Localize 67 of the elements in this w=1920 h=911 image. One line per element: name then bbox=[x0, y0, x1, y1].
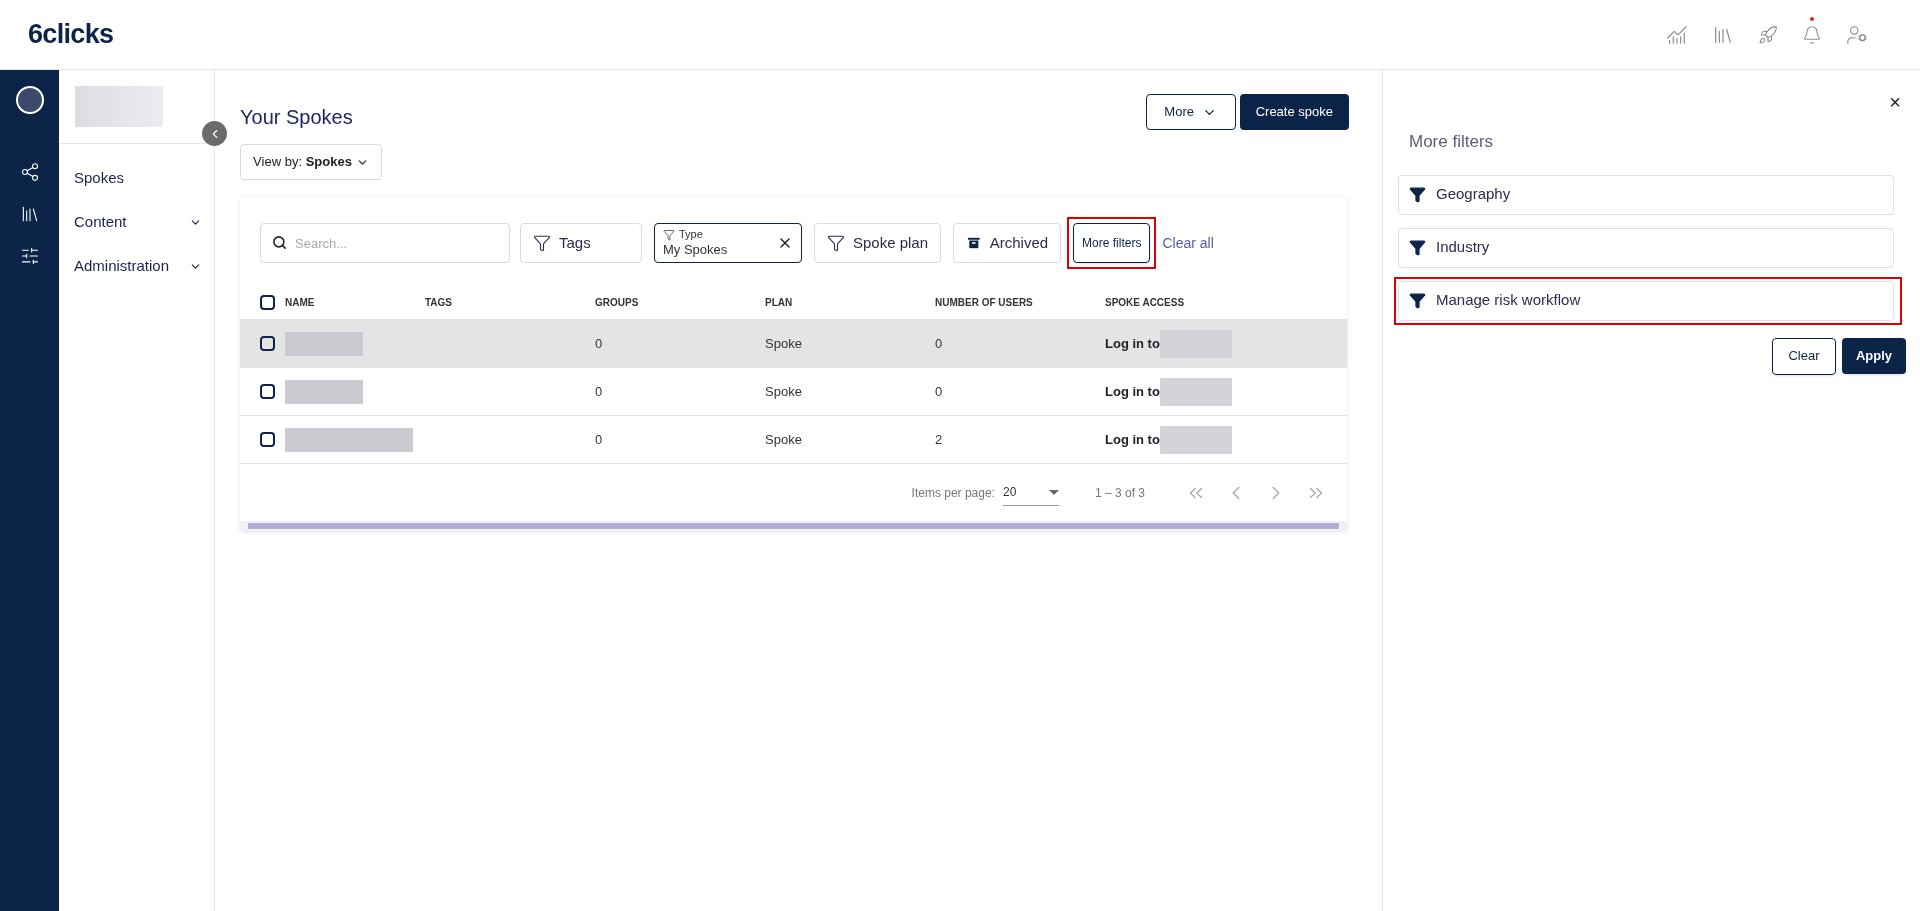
login-link[interactable]: Log in to bbox=[1105, 333, 1160, 354]
logo[interactable]: 6clicks bbox=[28, 14, 114, 55]
table-cell-text: 0 bbox=[935, 334, 944, 353]
sidebar-item[interactable]: Spokes bbox=[59, 156, 214, 200]
network-icon[interactable] bbox=[19, 162, 40, 182]
archive-icon bbox=[966, 235, 982, 251]
table-cell-text: 0 bbox=[595, 430, 604, 449]
table-cell-text: 0 bbox=[595, 334, 604, 353]
filter-icon bbox=[1409, 186, 1426, 203]
filter-button[interactable]: Tags bbox=[520, 223, 642, 263]
table-cell-text: Spoke bbox=[765, 430, 803, 449]
chart-icon[interactable] bbox=[1666, 23, 1688, 46]
filter-icon bbox=[1409, 239, 1426, 256]
table-row[interactable]: 0 Spoke 0 Log in to bbox=[240, 319, 1347, 367]
caret-icon bbox=[1048, 489, 1059, 495]
bell-icon[interactable] bbox=[1802, 24, 1822, 45]
filter-option[interactable]: Manage risk workflow bbox=[1398, 280, 1894, 321]
clear-all-link[interactable]: Clear all bbox=[1162, 232, 1214, 254]
rocket-icon[interactable] bbox=[1758, 24, 1778, 45]
filter-option[interactable]: Geography bbox=[1398, 174, 1894, 215]
filter-icon bbox=[533, 234, 551, 252]
column-header: TAGS bbox=[425, 295, 454, 310]
login-link[interactable]: Log in to bbox=[1105, 429, 1160, 450]
table-cell-text: 2 bbox=[935, 430, 944, 449]
filter-button[interactable]: Spoke plan bbox=[814, 223, 942, 263]
panel-title: More filters bbox=[1409, 131, 1495, 153]
table-cell-text: 0 bbox=[595, 382, 604, 401]
sidebar-item[interactable]: Administration bbox=[59, 244, 214, 288]
view-by-dropdown[interactable]: View by: Spokes bbox=[240, 144, 382, 180]
clear-button[interactable]: Clear bbox=[1772, 337, 1836, 375]
sidebar-item[interactable]: Content bbox=[59, 200, 214, 244]
horizontal-scrollbar[interactable] bbox=[240, 521, 1347, 531]
apply-button[interactable]: Apply bbox=[1842, 337, 1906, 374]
checkbox[interactable] bbox=[260, 294, 275, 310]
checkbox[interactable] bbox=[260, 384, 275, 399]
items-per-page-label: Items per page: bbox=[911, 484, 995, 502]
page-title: Your Spokes bbox=[240, 105, 354, 130]
column-header: PLAN bbox=[765, 295, 794, 310]
column-header: GROUPS bbox=[595, 295, 640, 310]
more-filters-button[interactable]: More filters bbox=[1073, 223, 1151, 263]
avatar[interactable] bbox=[15, 86, 44, 114]
filter-icon bbox=[663, 228, 675, 241]
page-range: 1 – 3 of 3 bbox=[1094, 484, 1145, 502]
sliders-icon[interactable] bbox=[19, 246, 40, 266]
more-button[interactable]: More bbox=[1145, 94, 1236, 130]
create-spoke-button[interactable]: Create spoke bbox=[1239, 94, 1349, 130]
type-filter-button[interactable]: Type My Spokes bbox=[654, 223, 802, 263]
table-row[interactable]: 0 Spoke 2 Log in to bbox=[240, 415, 1347, 463]
checkbox[interactable] bbox=[260, 432, 275, 447]
checkbox[interactable] bbox=[260, 336, 275, 351]
table-row[interactable]: 0 Spoke 0 Log in to bbox=[240, 367, 1347, 415]
archived-button[interactable]: Archived bbox=[953, 223, 1062, 263]
table-cell-text: Spoke bbox=[765, 334, 803, 353]
table-cell-text: Spoke bbox=[765, 382, 803, 401]
column-header: SPOKE ACCESS bbox=[1105, 295, 1186, 310]
column-header: NUMBER OF USERS bbox=[935, 295, 1034, 310]
filter-icon bbox=[1409, 292, 1426, 309]
filter-option[interactable]: Industry bbox=[1398, 227, 1894, 268]
search-icon bbox=[272, 235, 287, 250]
column-header: NAME bbox=[285, 295, 316, 310]
login-link[interactable]: Log in to bbox=[1105, 381, 1160, 402]
table-cell-text: 0 bbox=[935, 382, 944, 401]
page-size-select[interactable]: 20 bbox=[1002, 479, 1059, 506]
search-field[interactable]: Search... bbox=[260, 223, 510, 263]
filter-icon bbox=[827, 234, 845, 252]
close-button[interactable]: × bbox=[1889, 92, 1901, 112]
user-settings-icon[interactable] bbox=[1846, 23, 1868, 46]
